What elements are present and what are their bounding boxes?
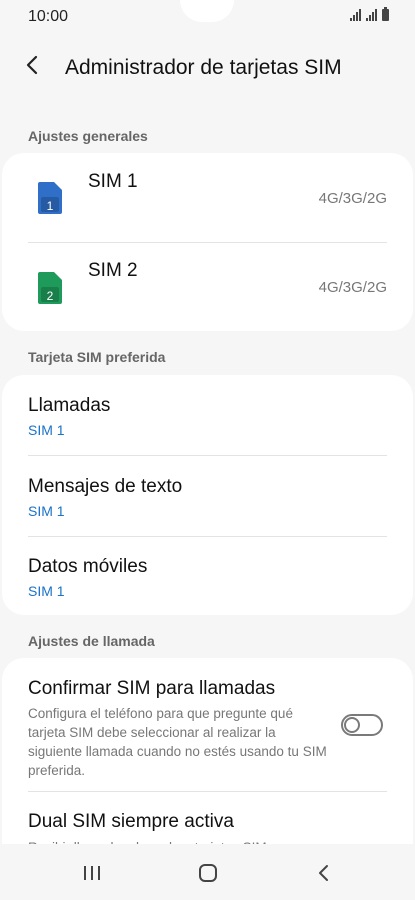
preferred-item-title: Llamadas (28, 395, 111, 416)
preferred-item-title: Mensajes de texto (28, 476, 183, 497)
preferred-item-value: SIM 1 (28, 503, 65, 519)
sim-card-icon: 1 (38, 182, 62, 214)
back-button[interactable] (18, 50, 48, 80)
sim-name: SIM 2 (88, 260, 138, 281)
page-title: Administrador de tarjetas SIM (65, 56, 342, 79)
dual-sim-title: Dual SIM siempre activa (28, 811, 234, 832)
signal-sim2-icon (366, 9, 377, 21)
nav-back-icon[interactable] (316, 863, 330, 883)
home-icon[interactable] (198, 863, 218, 883)
preferred-item-value: SIM 1 (28, 422, 65, 438)
section-header-preferred: Tarjeta SIM preferida (28, 349, 166, 365)
confirm-sim-item[interactable]: Confirmar SIM para llamadas Configura el… (2, 658, 413, 791)
preferred-calls-item[interactable]: Llamadas SIM 1 (2, 375, 413, 455)
preferred-item-value: SIM 1 (28, 583, 65, 599)
confirm-sim-toggle[interactable] (341, 714, 383, 736)
signal-sim1-icon (350, 9, 361, 21)
sim-name: SIM 1 (88, 171, 138, 192)
sim-network: 4G/3G/2G (318, 279, 387, 296)
sim-card-icon: 2 (38, 272, 62, 304)
svg-text:1: 1 (47, 199, 54, 213)
toggle-knob (344, 717, 360, 733)
section-header-calls: Ajustes de llamada (28, 633, 155, 649)
camera-notch (180, 0, 234, 22)
confirm-sim-description: Configura el teléfono para que pregunte … (28, 706, 327, 778)
sim-item-2[interactable]: 2 SIM 2 4G/3G/2G (2, 243, 413, 331)
battery-icon (382, 7, 389, 21)
recent-apps-icon[interactable] (82, 864, 102, 882)
sim-item-1[interactable]: 1 SIM 1 4G/3G/2G (2, 153, 413, 241)
sim-card-list: 1 SIM 1 4G/3G/2G 2 SIM 2 4G/3G/2G (2, 153, 413, 331)
preferred-item-title: Datos móviles (28, 556, 148, 577)
sim-network: 4G/3G/2G (318, 190, 387, 207)
status-icons (350, 7, 389, 21)
status-bar: 10:00 (0, 0, 415, 36)
status-time: 10:00 (28, 8, 69, 25)
back-arrow-icon (26, 55, 38, 75)
preferred-sms-item[interactable]: Mensajes de texto SIM 1 (2, 456, 413, 536)
section-header-general: Ajustes generales (28, 128, 148, 144)
preferred-sim-list: Llamadas SIM 1 Mensajes de texto SIM 1 D… (2, 375, 413, 615)
app-bar: Administrador de tarjetas SIM (0, 44, 415, 92)
preferred-data-item[interactable]: Datos móviles SIM 1 (2, 537, 413, 615)
confirm-sim-title: Confirmar SIM para llamadas (28, 678, 276, 699)
navigation-bar (0, 844, 415, 900)
svg-text:2: 2 (47, 289, 54, 303)
